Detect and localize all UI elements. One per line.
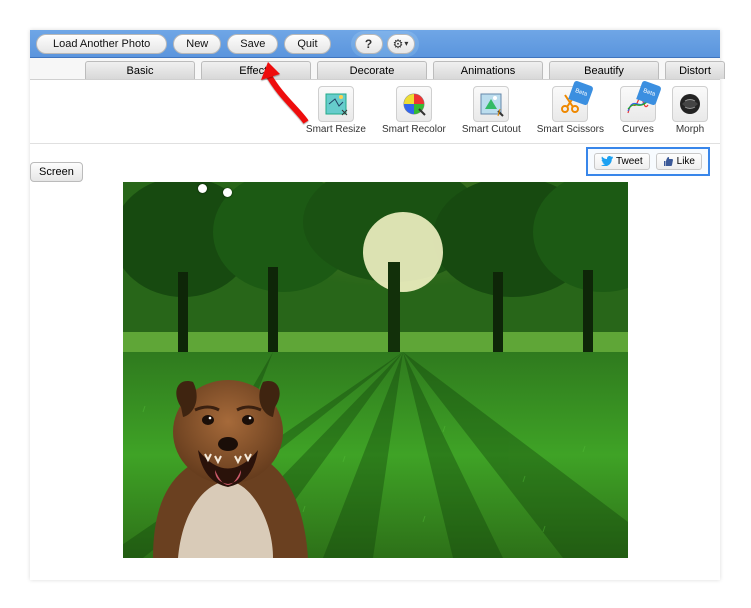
- canvas-area: [30, 178, 720, 578]
- settings-button[interactable]: ▾: [387, 34, 415, 54]
- tool-label: Morph: [676, 124, 704, 135]
- tab-basic[interactable]: Basic: [85, 61, 195, 79]
- image-canvas[interactable]: [123, 182, 628, 558]
- help-button[interactable]: ?: [355, 34, 383, 54]
- tool-smart-scissors[interactable]: Beta Smart Scissors: [537, 86, 604, 139]
- tool-smart-resize[interactable]: Smart Resize: [306, 86, 366, 139]
- tool-label: Curves: [622, 124, 654, 135]
- smart-recolor-icon: [396, 86, 432, 122]
- tool-smart-cutout[interactable]: Smart Cutout: [462, 86, 521, 139]
- tool-label: Smart Scissors: [537, 124, 604, 135]
- smart-cutout-icon: [473, 86, 509, 122]
- category-tabs: Basic Effects Decorate Animations Beauti…: [30, 58, 720, 80]
- thumbs-up-icon: [663, 156, 674, 167]
- sub-bar: Tweet Like: [30, 144, 720, 178]
- composite-image: [123, 182, 628, 558]
- tab-beautify[interactable]: Beautify: [549, 61, 659, 79]
- new-button[interactable]: New: [173, 34, 221, 54]
- gear-icon: [393, 37, 404, 51]
- social-buttons: Tweet Like: [586, 147, 710, 176]
- tweet-label: Tweet: [616, 156, 643, 167]
- save-button[interactable]: Save: [227, 34, 278, 54]
- tool-label: Smart Resize: [306, 124, 366, 135]
- twitter-icon: [601, 156, 613, 166]
- like-label: Like: [677, 156, 695, 167]
- photo-editor-window: Load Another Photo New Save Quit ? ▾ Bas…: [30, 30, 720, 580]
- tab-decorate[interactable]: Decorate: [317, 61, 427, 79]
- smart-scissors-icon: Beta: [552, 86, 588, 122]
- top-toolbar: Load Another Photo New Save Quit ? ▾: [30, 30, 720, 58]
- like-button[interactable]: Like: [656, 153, 702, 170]
- chevron-down-icon: ▾: [404, 39, 408, 48]
- tab-animations[interactable]: Animations: [433, 61, 543, 79]
- tool-smart-recolor[interactable]: Smart Recolor: [382, 86, 446, 139]
- tab-distort[interactable]: Distort: [665, 61, 725, 79]
- tool-strip: Smart Resize Smart Recolor Smart Cutout …: [30, 80, 720, 144]
- selection-handle[interactable]: [223, 188, 232, 197]
- load-another-photo-button[interactable]: Load Another Photo: [36, 34, 167, 54]
- tab-effects[interactable]: Effects: [201, 61, 311, 79]
- tool-curves[interactable]: Beta Curves: [620, 86, 656, 139]
- morph-icon: [672, 86, 708, 122]
- selection-handle[interactable]: [198, 184, 207, 193]
- quit-button[interactable]: Quit: [284, 34, 330, 54]
- curves-icon: Beta: [620, 86, 656, 122]
- tool-label: Smart Cutout: [462, 124, 521, 135]
- tool-morph[interactable]: Morph: [672, 86, 708, 139]
- tool-label: Smart Recolor: [382, 124, 446, 135]
- smart-resize-icon: [318, 86, 354, 122]
- help-settings-group: ? ▾: [351, 31, 419, 57]
- tweet-button[interactable]: Tweet: [594, 153, 650, 170]
